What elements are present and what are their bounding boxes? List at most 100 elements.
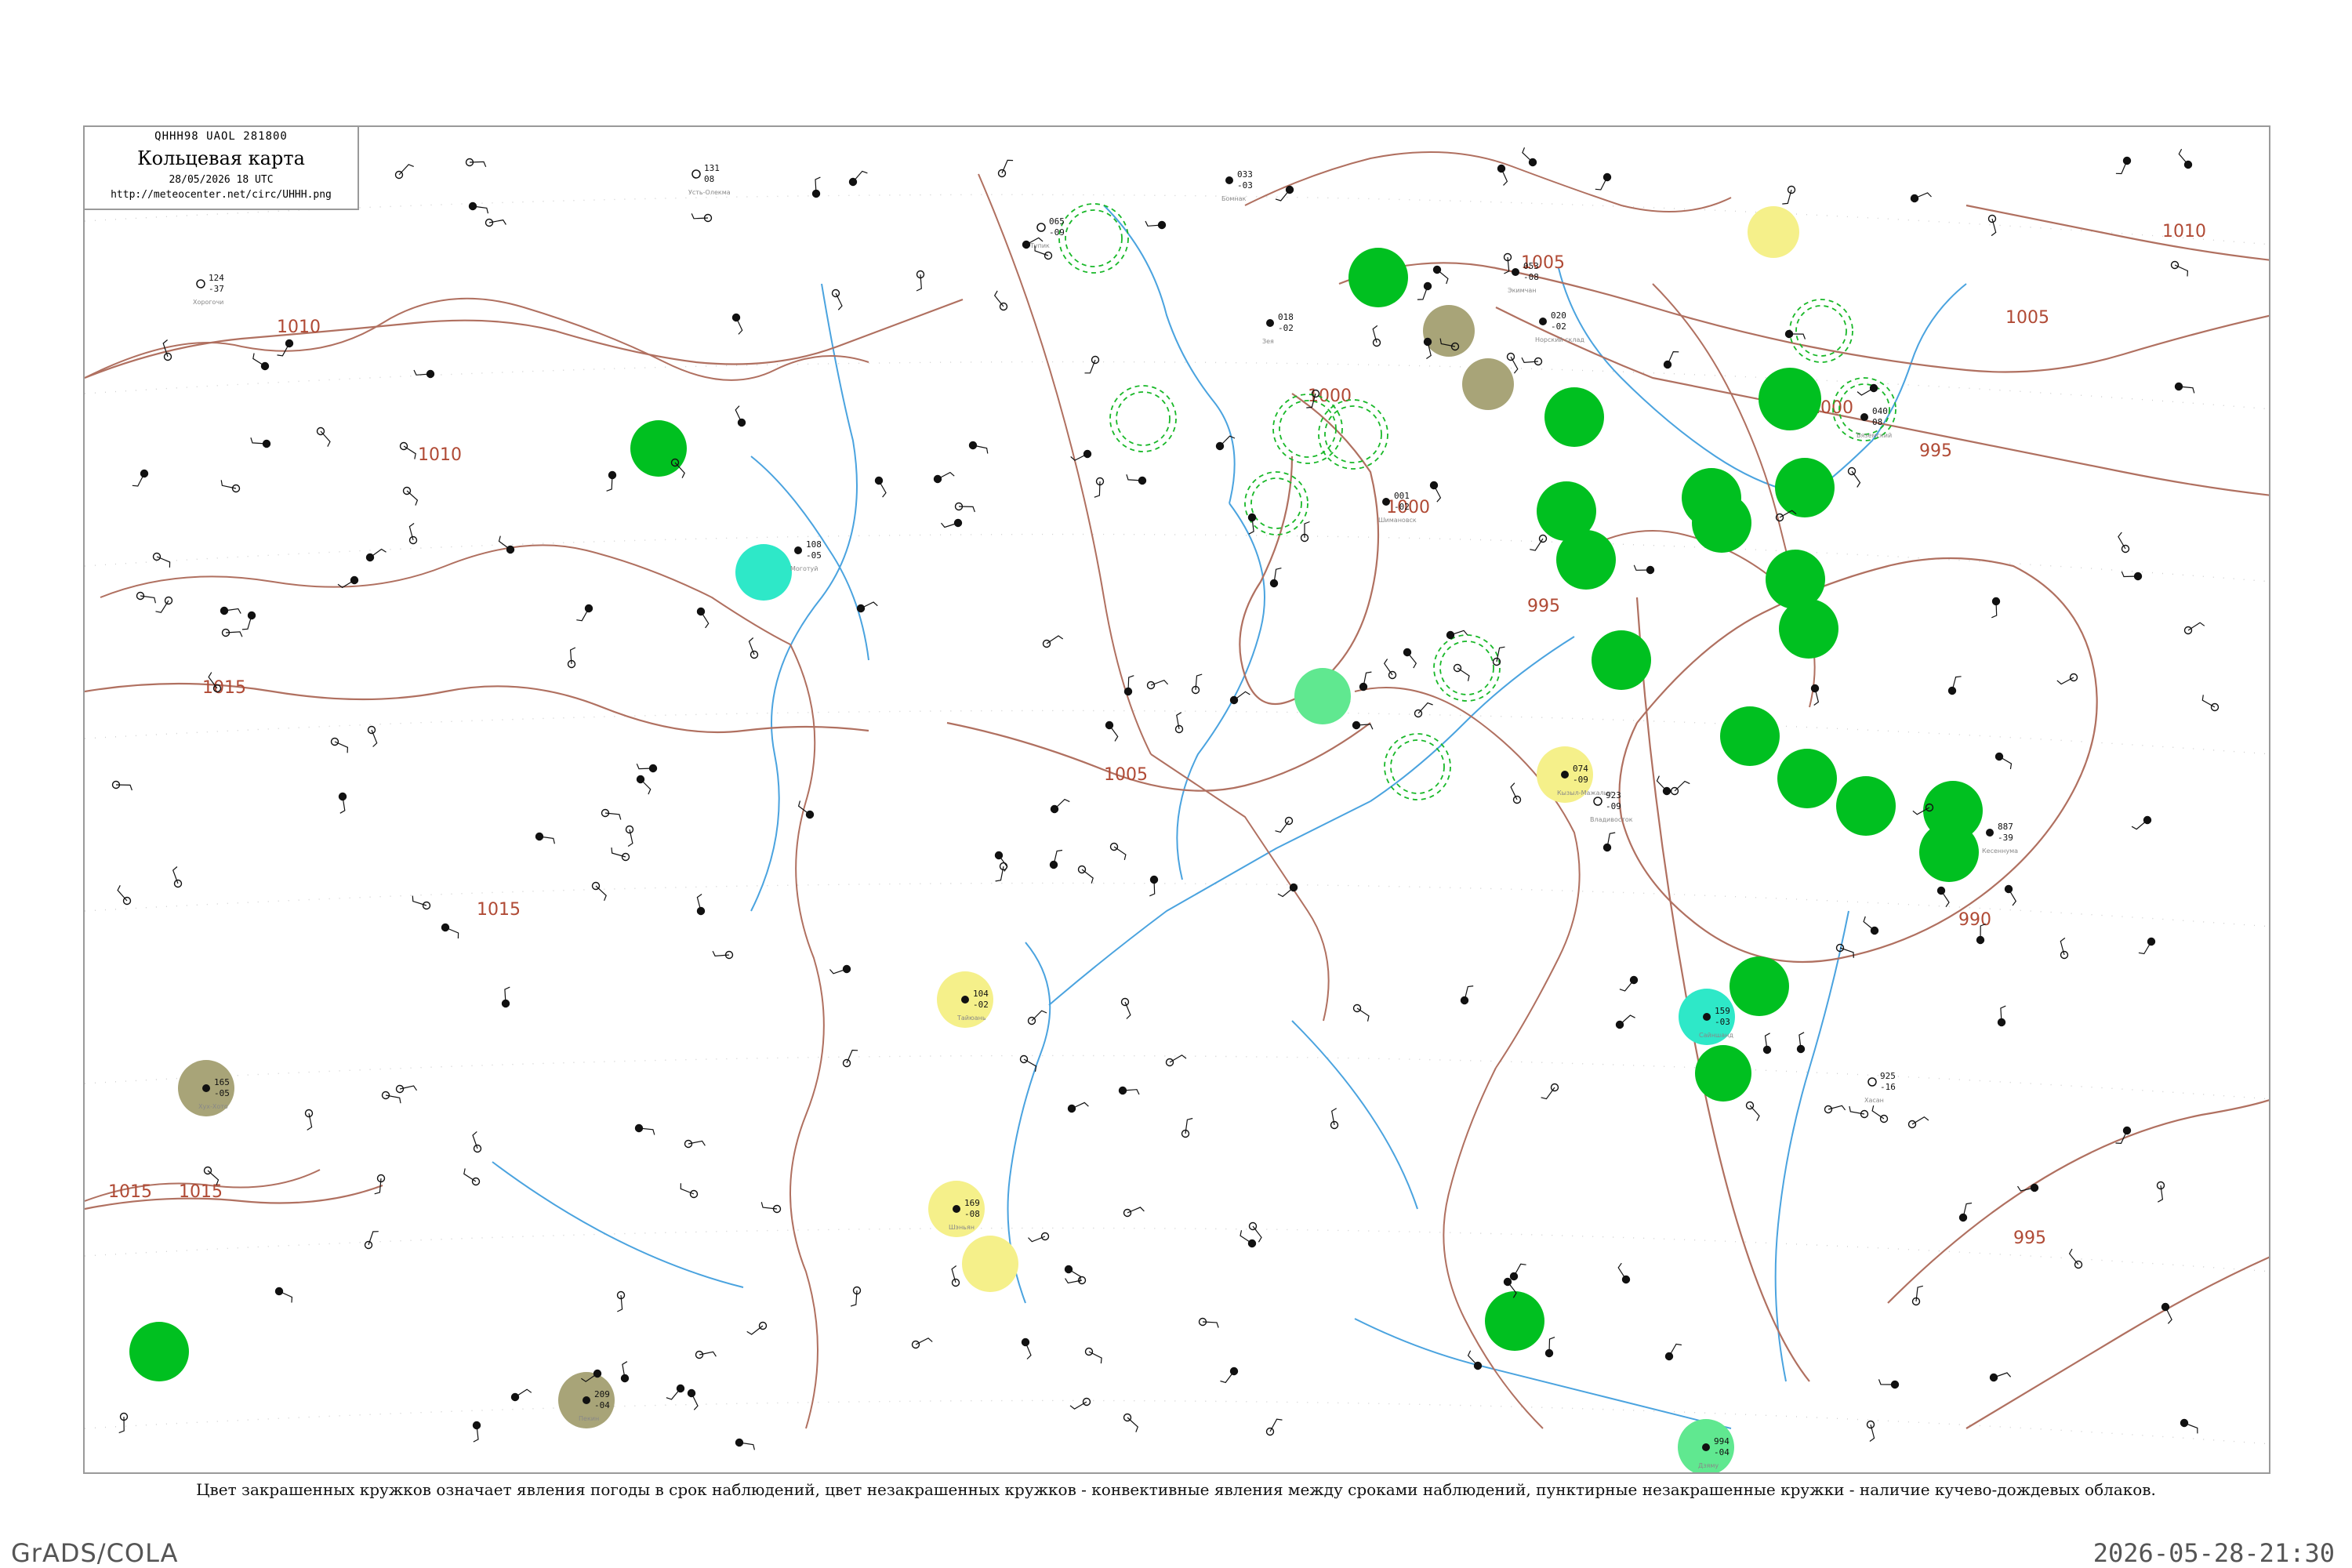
rain-circle xyxy=(1692,493,1751,553)
station-symbol xyxy=(1936,886,1950,908)
isobar-label: 1005 xyxy=(2005,308,2049,328)
station-symbol xyxy=(408,523,418,545)
station-symbol xyxy=(1352,1004,1370,1022)
station-symbol xyxy=(691,213,713,223)
station-symbol xyxy=(1277,883,1298,898)
station-symbol xyxy=(152,552,171,568)
station-symbol xyxy=(365,548,387,562)
station-symbol xyxy=(463,1168,481,1186)
station-symbol xyxy=(501,986,510,1008)
station-symbol xyxy=(136,591,156,604)
station-symbol xyxy=(1521,357,1543,366)
station-symbol xyxy=(687,1388,699,1410)
station-symbol xyxy=(1453,663,1470,681)
station-symbol xyxy=(1123,675,1134,696)
station-symbol xyxy=(399,441,416,459)
station-symbol xyxy=(995,862,1008,882)
station-symbol xyxy=(277,339,294,357)
station-symbol xyxy=(1664,1343,1682,1361)
station-pressure: -05 xyxy=(806,550,822,561)
station-symbol xyxy=(735,405,746,427)
station-symbol xyxy=(1910,192,1932,203)
station-pressure: -37 xyxy=(209,284,224,294)
rain-circle xyxy=(1836,776,1896,836)
rain-circle xyxy=(1485,1291,1544,1351)
map-url[interactable]: http://meteocenter.net/circ/UHHH.png xyxy=(85,189,358,201)
station-symbol xyxy=(1987,214,1997,237)
station-symbol xyxy=(997,159,1014,178)
station-symbol xyxy=(338,792,347,814)
station-symbol xyxy=(2060,937,2069,960)
station-symbol xyxy=(848,170,868,187)
station-symbol xyxy=(567,647,576,669)
isobar-label: 1010 xyxy=(277,318,321,337)
isobar-label: 995 xyxy=(2013,1229,2046,1248)
station-symbol xyxy=(1958,1202,1973,1222)
lightgreen-circle xyxy=(1294,668,1351,724)
station-name: Дзяму xyxy=(1698,1462,1719,1469)
station-symbol xyxy=(304,1109,314,1131)
station-symbol xyxy=(1429,481,1442,503)
station-symbol xyxy=(1123,1413,1139,1432)
station-symbol xyxy=(680,1183,699,1199)
station-temp: 040 xyxy=(1872,406,1888,416)
isobar-labels: 1010 1010 1015 1015 1015 1015 1005 1000 … xyxy=(108,222,2206,1248)
station-symbol xyxy=(2056,673,2078,685)
phenomenon-circles xyxy=(129,206,1983,1472)
station-symbol xyxy=(1247,513,1257,535)
map-canvas: 1010 1010 1015 1015 1015 1015 1005 1000 … xyxy=(85,147,2269,1472)
station-symbol xyxy=(1522,147,1537,167)
station-symbol xyxy=(1871,1105,1889,1123)
station-symbol xyxy=(1796,1032,1806,1054)
station-pressure: -02 xyxy=(973,1000,989,1010)
station-symbol xyxy=(1181,1117,1193,1138)
station-symbol xyxy=(1028,1232,1050,1243)
station-symbol xyxy=(941,518,963,528)
station-symbol xyxy=(746,1321,768,1335)
station-symbol xyxy=(1784,329,1806,339)
station-name: Хасан xyxy=(1864,1097,1884,1104)
station-symbol xyxy=(1123,1207,1145,1218)
station-symbol xyxy=(1663,350,1679,369)
station-plot: 040 08 Вяземский xyxy=(1857,406,1892,439)
station-symbol xyxy=(916,270,925,292)
station-pressure: -08 xyxy=(1523,272,1539,282)
station-symbol xyxy=(1165,1054,1187,1067)
station-symbol xyxy=(374,1174,386,1195)
station-symbol xyxy=(1330,1108,1339,1130)
station-name: Шэньян xyxy=(949,1224,975,1231)
station-symbol xyxy=(1372,325,1381,347)
station-temp: 124 xyxy=(209,273,224,283)
station-symbol xyxy=(684,1139,706,1149)
station-symbol xyxy=(1027,1010,1047,1025)
station-name: Хух-Хото xyxy=(198,1103,228,1110)
station-symbol xyxy=(367,725,378,747)
station-symbol xyxy=(117,885,132,906)
station-symbol xyxy=(1907,1116,1929,1129)
station-symbol xyxy=(472,1421,481,1443)
station-symbol xyxy=(1094,477,1105,498)
station-name: Тупик xyxy=(1029,242,1050,249)
station-symbol xyxy=(1997,1005,2006,1027)
isobar-label: 1015 xyxy=(477,900,521,920)
station-name: Зея xyxy=(1262,338,1274,345)
station-symbol xyxy=(1510,782,1522,804)
isobar-label: 1005 xyxy=(1104,765,1148,785)
station-temp: 887 xyxy=(1998,822,2013,832)
station-symbol xyxy=(954,502,975,513)
station-symbol xyxy=(413,369,435,379)
station-temp: 001 xyxy=(1394,491,1410,501)
station-temp: 994 xyxy=(1714,1436,1730,1446)
station-symbol xyxy=(1265,1418,1283,1436)
station-temp: 053 xyxy=(1523,261,1539,271)
station-symbol xyxy=(2118,532,2130,554)
station-name: Усть-Олекма xyxy=(688,189,731,196)
station-symbol xyxy=(606,470,617,492)
isobar-label: 1015 xyxy=(179,1182,223,1202)
station-plot: 033 -03 Бомнак xyxy=(1221,169,1253,202)
station-symbol xyxy=(1467,1350,1483,1370)
station-symbol xyxy=(1149,875,1159,897)
station-symbol xyxy=(1670,780,1690,796)
station-pressure: -04 xyxy=(1714,1447,1730,1457)
station-symbol xyxy=(636,775,652,795)
